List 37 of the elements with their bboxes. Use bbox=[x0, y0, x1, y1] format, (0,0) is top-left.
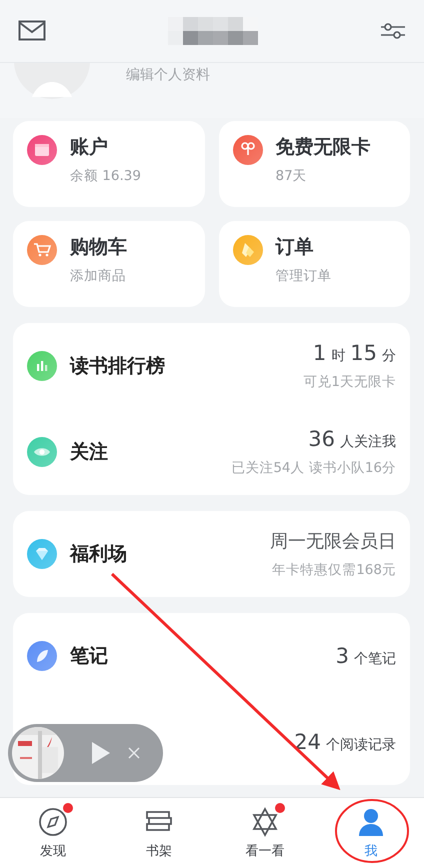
row-title[interactable]: 笔记 bbox=[70, 643, 323, 669]
row-title[interactable]: 福利场 bbox=[70, 541, 257, 567]
stat-unit: 个笔记 bbox=[354, 650, 396, 668]
tile-subtitle: 余额 16.39 bbox=[70, 167, 141, 185]
stat-unit: 时 bbox=[331, 347, 346, 365]
stat-value: 1 bbox=[312, 341, 326, 365]
tab[interactable]: 书架 bbox=[106, 798, 212, 867]
tile-title: 账户 bbox=[70, 135, 109, 159]
mail-icon[interactable] bbox=[18, 20, 46, 42]
stat-value: 36 bbox=[308, 427, 335, 451]
stat-unit: 人关注我 bbox=[340, 433, 396, 451]
row-note: 年卡特惠仅需168元 bbox=[272, 561, 396, 579]
tile-title: 订单 bbox=[276, 235, 314, 259]
tile-title: 免费无限卡 bbox=[276, 135, 370, 159]
row-title[interactable]: 读书排行榜 bbox=[70, 353, 290, 379]
tab[interactable]: 我 bbox=[318, 798, 424, 867]
tile-title: 购物车 bbox=[70, 235, 127, 259]
tab[interactable]: 看一看 bbox=[212, 798, 318, 867]
menu-tile[interactable]: 账户 余额 16.39 bbox=[13, 121, 204, 207]
tab[interactable]: 发现 bbox=[0, 798, 106, 867]
tile-subtitle: 管理订单 bbox=[276, 267, 332, 285]
stat-value: 3 bbox=[336, 644, 349, 668]
menu-tile[interactable]: 订单 管理订单 bbox=[218, 221, 410, 307]
promo-text: 周一无限会员日 bbox=[270, 530, 396, 553]
stat-value: 24 bbox=[294, 730, 321, 754]
row-note: 已关注54人 读书小队16分 bbox=[231, 459, 396, 477]
stat-value: 15 bbox=[350, 341, 377, 365]
row-note: 可兑1天无限卡 bbox=[303, 373, 396, 391]
stat-unit: 个阅读记录 bbox=[326, 736, 396, 754]
row-title[interactable]: 关注 bbox=[70, 439, 218, 465]
close-icon[interactable] bbox=[128, 747, 140, 759]
tile-subtitle: 添加商品 bbox=[70, 267, 127, 285]
tile-subtitle: 87天 bbox=[276, 167, 308, 185]
play-icon[interactable] bbox=[92, 742, 110, 764]
stat-unit: 分 bbox=[382, 347, 396, 365]
menu-tile[interactable]: 免费无限卡 87天 bbox=[218, 121, 410, 207]
menu-tile[interactable]: 购物车 添加商品 bbox=[13, 221, 204, 307]
